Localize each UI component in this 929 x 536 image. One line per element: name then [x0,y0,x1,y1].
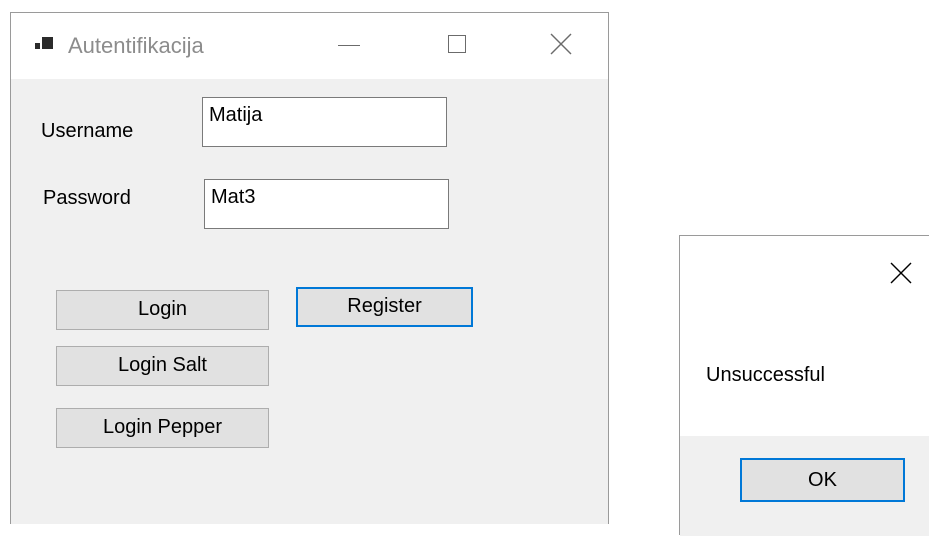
register-button[interactable]: Register [296,287,473,327]
ok-button[interactable]: OK [740,458,905,502]
login-pepper-button[interactable]: Login Pepper [56,408,269,448]
login-window: Autentifikacija Username Matija Password… [10,12,609,524]
username-input[interactable]: Matija [202,97,447,147]
dialog-footer: OK [680,436,929,536]
login-salt-button[interactable]: Login Salt [56,346,269,386]
password-input[interactable]: Mat3 [204,179,449,229]
close-button[interactable] [528,13,598,79]
message-box: Unsuccessful OK [679,235,929,536]
minimize-button[interactable] [316,13,386,79]
password-label: Password [43,187,131,209]
window-title: Autentifikacija [68,33,204,58]
close-icon[interactable] [888,260,914,286]
close-icon [550,33,572,55]
title-bar[interactable]: Autentifikacija [11,13,608,79]
app-icon [35,37,55,57]
message-text: Unsuccessful [706,364,825,386]
login-button[interactable]: Login [56,290,269,330]
maximize-button[interactable] [426,13,496,79]
username-label: Username [41,120,134,142]
minimize-icon [338,45,360,46]
maximize-icon [448,35,466,53]
